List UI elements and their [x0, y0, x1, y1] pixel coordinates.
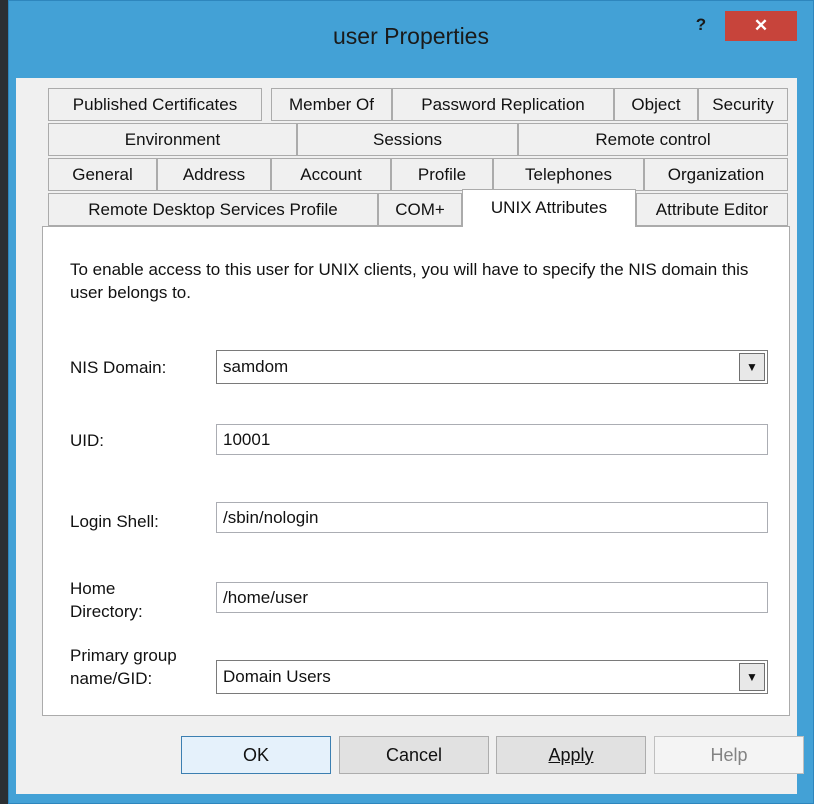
tab-member-of[interactable]: Member Of — [271, 88, 392, 121]
uid-label: UID: — [70, 431, 104, 450]
tab-remote-control[interactable]: Remote control — [518, 123, 788, 156]
ok-button[interactable]: OK — [181, 736, 331, 774]
cancel-button[interactable]: Cancel — [339, 736, 489, 774]
tab-com-plus[interactable]: COM+ — [378, 193, 462, 226]
tab-remote-desktop-services-profile[interactable]: Remote Desktop Services Profile — [48, 193, 378, 226]
uid-field[interactable]: 10001 — [216, 424, 768, 455]
tab-telephones[interactable]: Telephones — [493, 158, 644, 191]
home-directory-label-line1: Home — [70, 579, 116, 598]
nis-domain-dropdown[interactable]: samdom ▼ — [216, 350, 768, 384]
tab-security[interactable]: Security — [698, 88, 788, 121]
help-button[interactable]: Help — [654, 736, 804, 774]
tab-general[interactable]: General — [48, 158, 157, 191]
close-button[interactable]: ✕ — [725, 11, 797, 41]
tab-unix-attributes[interactable]: UNIX Attributes — [462, 189, 636, 227]
primary-group-dropdown[interactable]: Domain Users ▼ — [216, 660, 768, 694]
tab-organization[interactable]: Organization — [644, 158, 788, 191]
tab-attribute-editor[interactable]: Attribute Editor — [636, 193, 788, 226]
intro-text: To enable access to this user for UNIX c… — [70, 260, 749, 302]
tab-account[interactable]: Account — [271, 158, 391, 191]
chevron-down-icon[interactable]: ▼ — [739, 353, 765, 381]
home-directory-label-line2: Directory: — [70, 602, 143, 621]
login-shell-field[interactable]: /sbin/nologin — [216, 502, 768, 533]
help-icon[interactable]: ? — [689, 13, 713, 37]
apply-button-label: Apply — [548, 745, 594, 765]
tab-environment[interactable]: Environment — [48, 123, 297, 156]
tab-password-replication[interactable]: Password Replication — [392, 88, 614, 121]
primary-group-value: Domain Users — [223, 667, 331, 686]
tab-published-certificates[interactable]: Published Certificates — [48, 88, 262, 121]
primary-group-label-line2: name/GID: — [70, 669, 153, 688]
tab-address[interactable]: Address — [157, 158, 271, 191]
primary-group-label-line1: Primary group — [70, 646, 177, 665]
chevron-down-icon[interactable]: ▼ — [739, 663, 765, 691]
apply-button[interactable]: Apply — [496, 736, 646, 774]
tab-object[interactable]: Object — [614, 88, 698, 121]
login-shell-label: Login Shell: — [70, 512, 159, 531]
nis-domain-label: NIS Domain: — [70, 358, 167, 377]
nis-domain-value: samdom — [223, 357, 289, 376]
home-directory-field[interactable]: /home/user — [216, 582, 768, 613]
tab-sessions[interactable]: Sessions — [297, 123, 518, 156]
title-bar[interactable]: user Properties ? ✕ — [9, 1, 813, 81]
tab-profile[interactable]: Profile — [391, 158, 493, 191]
